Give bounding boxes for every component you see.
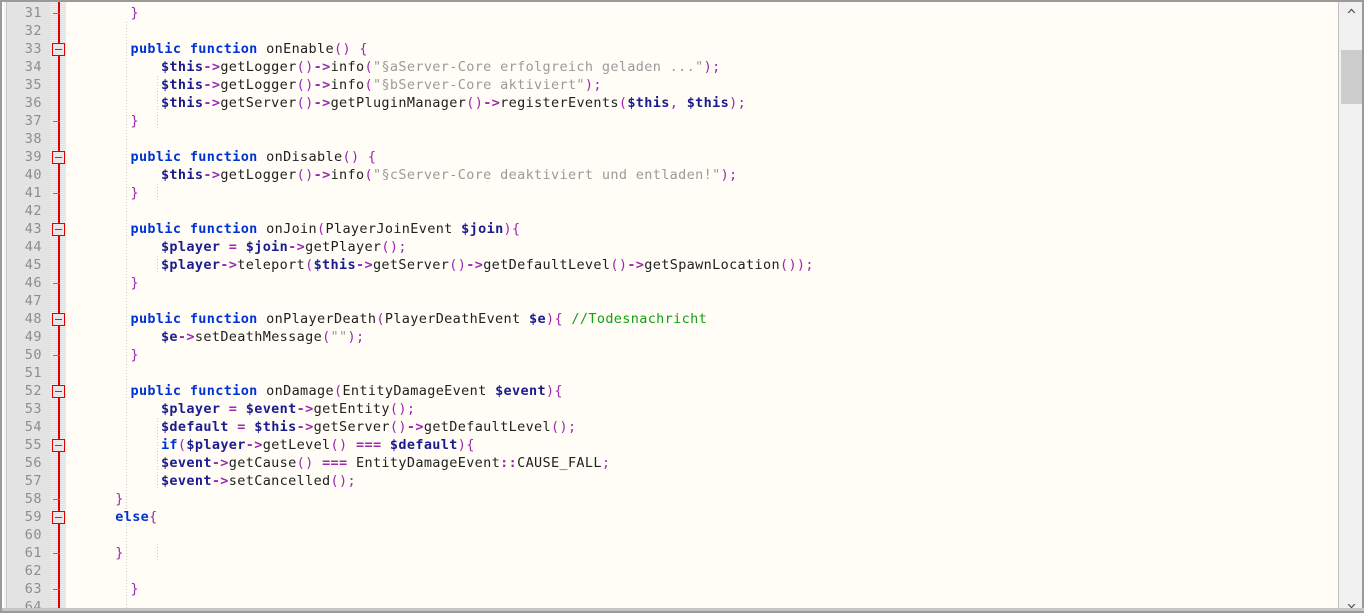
- line-number: 61: [24, 545, 42, 561]
- fold-end-marker: [53, 553, 60, 554]
- code-line[interactable]: $player = $event->getEntity();: [161, 400, 415, 418]
- line-number: 60: [24, 527, 42, 543]
- code-line[interactable]: }: [115, 544, 123, 562]
- vertical-scrollbar[interactable]: [1338, 2, 1364, 611]
- line-number: 52: [24, 383, 42, 399]
- code-line[interactable]: $this->getServer()->getPluginManager()->…: [161, 94, 746, 112]
- scroll-up-button[interactable]: [1339, 2, 1364, 20]
- fold-end-marker: [53, 499, 60, 500]
- line-number: 46: [24, 275, 42, 291]
- fold-collapse-icon[interactable]: [52, 151, 65, 164]
- code-line[interactable]: public function onDamage(EntityDamageEve…: [130, 382, 562, 400]
- code-line[interactable]: }: [115, 490, 123, 508]
- fold-end-marker: [53, 589, 60, 590]
- line-number: 47: [24, 293, 42, 309]
- line-number: 62: [24, 563, 42, 579]
- fold-collapse-icon[interactable]: [52, 385, 65, 398]
- code-line[interactable]: public function onPlayerDeath(PlayerDeat…: [130, 310, 707, 328]
- line-number: 58: [24, 491, 42, 507]
- line-number: 40: [24, 167, 42, 183]
- line-number: 45: [24, 257, 42, 273]
- code-line[interactable]: public function onJoin(PlayerJoinEvent $…: [130, 220, 520, 238]
- window-bottom-edge: [2, 608, 1364, 611]
- fold-collapse-icon[interactable]: [52, 223, 65, 236]
- fold-end-marker: [53, 355, 60, 356]
- scrollbar-track[interactable]: [1339, 20, 1364, 597]
- line-number: 51: [24, 365, 42, 381]
- scrollbar-thumb[interactable]: [1341, 50, 1362, 104]
- line-number: 31: [24, 5, 42, 21]
- fold-collapse-icon[interactable]: [52, 313, 65, 326]
- line-number: 50: [24, 347, 42, 363]
- line-number: 36: [24, 95, 42, 111]
- code-line[interactable]: }: [130, 346, 138, 364]
- chevron-up-icon: [1347, 8, 1356, 13]
- fold-collapse-icon[interactable]: [52, 439, 65, 452]
- line-number: 53: [24, 401, 42, 417]
- code-line[interactable]: $event->setCancelled();: [161, 472, 356, 490]
- code-content-area[interactable]: } public function onEnable() {$this->getL…: [66, 2, 1336, 611]
- code-line[interactable]: $default = $this->getServer()->getDefaul…: [161, 418, 577, 436]
- code-line[interactable]: $this->getLogger()->info("§cServer-Core …: [161, 166, 738, 184]
- line-number: 42: [24, 203, 42, 219]
- code-line[interactable]: }: [130, 4, 138, 22]
- line-number: 43: [24, 221, 42, 237]
- code-line[interactable]: $this->getLogger()->info("§aServer-Core …: [161, 58, 721, 76]
- code-line[interactable]: }: [130, 184, 138, 202]
- line-number: 59: [24, 509, 42, 525]
- line-number: 33: [24, 41, 42, 57]
- line-number: 35: [24, 77, 42, 93]
- code-line[interactable]: else{: [115, 508, 157, 526]
- line-number: 55: [24, 437, 42, 453]
- code-line[interactable]: $e->setDeathMessage("");: [161, 328, 365, 346]
- fold-end-marker: [53, 193, 60, 194]
- code-line[interactable]: $this->getLogger()->info("§bServer-Core …: [161, 76, 602, 94]
- fold-end-marker: [53, 283, 60, 284]
- fold-collapse-icon[interactable]: [52, 511, 65, 524]
- indent-guide: [156, 76, 158, 130]
- line-number: 38: [24, 131, 42, 147]
- indent-guide: [156, 184, 158, 202]
- code-line[interactable]: }: [130, 112, 138, 130]
- code-line[interactable]: public function onEnable() {: [130, 40, 367, 58]
- fold-end-marker: [53, 121, 60, 122]
- code-line[interactable]: $player->teleport($this->getServer()->ge…: [161, 256, 814, 274]
- indent-guide: [156, 418, 158, 490]
- line-number: 44: [24, 239, 42, 255]
- line-number: 56: [24, 455, 42, 471]
- line-number: 32: [24, 23, 42, 39]
- fold-collapse-icon[interactable]: [52, 43, 65, 56]
- line-number: 48: [24, 311, 42, 327]
- fold-end-marker: [53, 13, 60, 14]
- code-editor[interactable]: 31 32 33 34 35 36 37 38 39 40 41 42 43 44 45 46 47 48 49 50…: [0, 0, 1364, 613]
- code-line[interactable]: if($player->getLevel() === $default){: [161, 436, 475, 454]
- code-line[interactable]: }: [130, 580, 138, 598]
- line-number: 41: [24, 185, 42, 201]
- line-number: 57: [24, 473, 42, 489]
- indent-guide: [156, 256, 158, 274]
- indent-guide: [156, 544, 158, 562]
- line-number: 54: [24, 419, 42, 435]
- code-line[interactable]: }: [130, 274, 138, 292]
- line-number: 49: [24, 329, 42, 345]
- line-number: 34: [24, 59, 42, 75]
- line-number: 39: [24, 149, 42, 165]
- code-line[interactable]: public function onDisable() {: [130, 148, 376, 166]
- code-line[interactable]: $player = $join->getPlayer();: [161, 238, 407, 256]
- code-line[interactable]: $event->getCause() === EntityDamageEvent…: [161, 454, 610, 472]
- line-number: 37: [24, 113, 42, 129]
- line-number: 63: [24, 581, 42, 597]
